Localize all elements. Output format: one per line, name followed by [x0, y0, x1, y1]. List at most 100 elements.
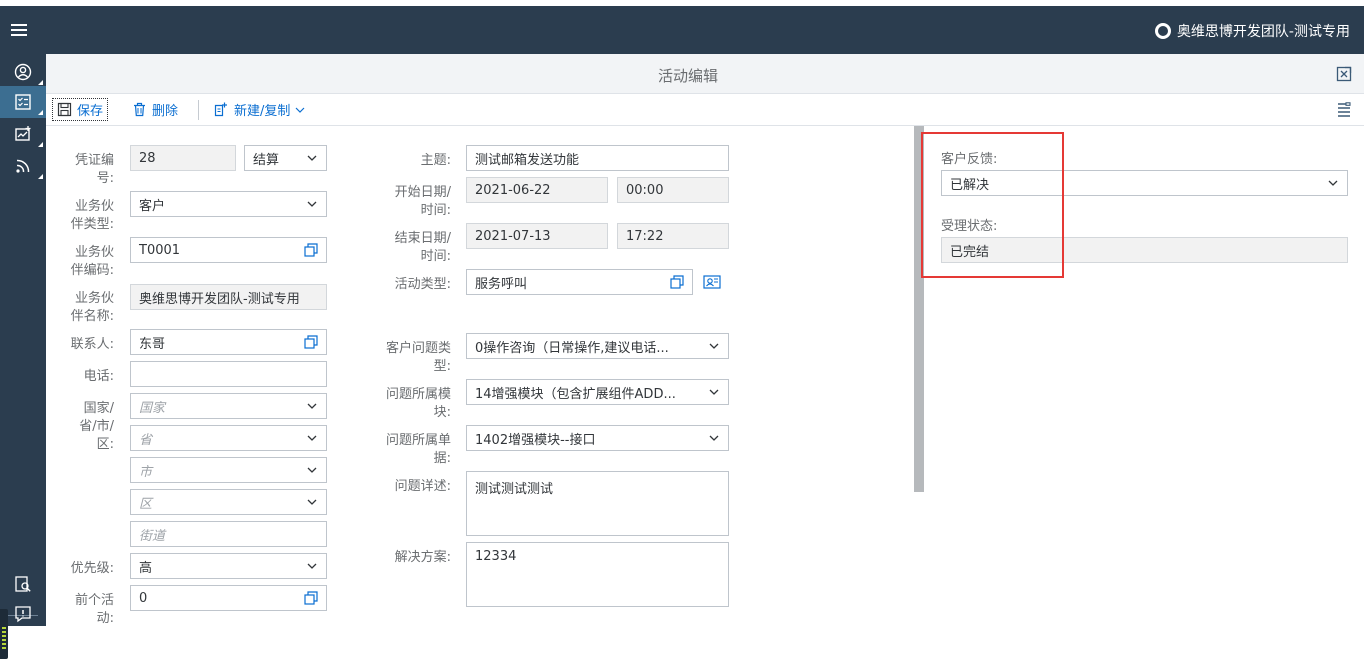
activity-type-value: 服务呼叫	[475, 276, 528, 292]
start-time-field[interactable]: 00:00	[617, 177, 729, 203]
rss-icon	[16, 159, 30, 173]
save-button[interactable]: 保存	[52, 98, 109, 121]
bp-type-label: 业务伙 伴类型:	[70, 199, 114, 232]
voucher-no-label: 凭证编 号:	[74, 153, 114, 186]
chevron-down-icon	[307, 499, 317, 505]
bp-name-value: 奥维思博开发团队-测试专用	[139, 291, 300, 307]
chevron-down-icon	[307, 403, 317, 409]
solution-textarea[interactable]: 12334	[466, 542, 729, 607]
shell-bar: 奥维思博开发团队-测试专用	[0, 6, 1364, 54]
start-date-field[interactable]: 2021-06-22	[466, 177, 608, 203]
delete-button[interactable]: 删除	[128, 98, 182, 121]
toolbar: 保存 删除 新建/复制	[46, 94, 1364, 126]
phone-input[interactable]	[130, 361, 327, 387]
prev-activity-field[interactable]: 0	[130, 585, 327, 611]
settings-list-icon[interactable]	[1336, 102, 1352, 118]
bp-type-select[interactable]: 客户	[130, 191, 327, 217]
rail-activity-icon[interactable]	[0, 86, 46, 118]
chevron-down-icon	[709, 389, 719, 395]
region-label: 国家/ 省/市/ 区:	[79, 401, 114, 452]
chevron-down-icon	[307, 155, 317, 161]
city-placeholder: 市	[139, 464, 153, 480]
end-date-field[interactable]: 2021-07-13	[466, 223, 608, 249]
feedback-select[interactable]: 已解决	[941, 170, 1348, 196]
bp-code-label: 业务伙 伴编码:	[70, 245, 114, 278]
issue-doc-select[interactable]: 1402增强模块--接口	[466, 425, 729, 451]
rail-feedback-icon[interactable]	[0, 598, 46, 630]
new-document-icon	[214, 102, 227, 117]
status-value: 已完结	[950, 244, 990, 260]
country-select[interactable]: 国家	[130, 393, 327, 419]
end-time-value: 17:22	[626, 228, 664, 244]
company-logo-icon	[1154, 23, 1171, 39]
menu-icon[interactable]	[11, 24, 27, 36]
value-help-icon[interactable]	[304, 335, 318, 349]
issue-detail-value: 测试测试测试	[475, 482, 554, 497]
end-date-value: 2021-07-13	[475, 228, 551, 244]
priority-value: 高	[139, 560, 153, 576]
bp-name-field[interactable]: 奥维思博开发团队-测试专用	[130, 284, 327, 310]
contact-value: 东哥	[139, 336, 166, 352]
province-select[interactable]: 省	[130, 425, 327, 451]
contact-card-icon[interactable]	[703, 274, 721, 290]
rail-search-doc-icon[interactable]	[0, 568, 46, 600]
country-placeholder: 国家	[139, 400, 166, 416]
left-rail	[0, 54, 46, 659]
company-info[interactable]: 奥维思博开发团队-测试专用	[1154, 21, 1350, 41]
subject-input[interactable]: 测试邮箱发送功能	[466, 145, 729, 171]
district-placeholder: 区	[139, 496, 153, 512]
value-help-icon[interactable]	[304, 243, 318, 257]
company-name: 奥维思博开发团队-测试专用	[1176, 24, 1350, 40]
priority-select[interactable]: 高	[130, 553, 327, 579]
priority-label: 优先级:	[70, 561, 114, 576]
chevron-down-icon	[709, 435, 719, 441]
delete-label: 删除	[152, 104, 179, 119]
chevron-down-icon	[709, 343, 719, 349]
chevron-down-icon	[307, 563, 317, 569]
issue-type-select[interactable]: 0操作咨询（日常操作,建议电话...	[466, 333, 729, 359]
bp-code-value: T0001	[139, 242, 181, 258]
feedback-icon	[15, 606, 31, 623]
bp-code-field[interactable]: T0001	[130, 237, 327, 263]
save-label: 保存	[77, 104, 104, 119]
issue-module-label: 问题所属模 块:	[385, 387, 451, 420]
solution-label: 解决方案:	[394, 550, 451, 565]
voucher-status-select[interactable]: 结算	[244, 145, 327, 171]
bp-name-label: 业务伙 伴名称:	[70, 291, 114, 324]
city-select[interactable]: 市	[130, 457, 327, 483]
value-help-icon[interactable]	[304, 591, 318, 605]
chevron-down-icon	[295, 107, 305, 113]
new-copy-button[interactable]: 新建/复制	[210, 98, 309, 121]
chevron-down-icon	[307, 435, 317, 441]
save-icon	[57, 102, 72, 117]
rail-feed-icon[interactable]	[0, 150, 46, 182]
voucher-no-field[interactable]: 28	[130, 145, 236, 171]
subject-label: 主题:	[420, 153, 451, 168]
contact-label: 联系人:	[70, 337, 114, 352]
issue-type-label: 客户问题类 型:	[385, 341, 451, 374]
end-time-field[interactable]: 17:22	[617, 223, 729, 249]
rail-analytics-icon[interactable]	[0, 118, 46, 150]
feedback-label: 客户反馈:	[941, 152, 998, 167]
status-field[interactable]: 已完结	[941, 237, 1348, 263]
value-help-icon[interactable]	[670, 275, 684, 289]
new-copy-label: 新建/复制	[234, 104, 291, 119]
user-icon	[14, 63, 32, 81]
district-select[interactable]: 区	[130, 489, 327, 515]
activity-type-field[interactable]: 服务呼叫	[466, 269, 693, 295]
contact-field[interactable]: 东哥	[130, 329, 327, 355]
trash-icon	[134, 102, 145, 117]
phone-label: 电话:	[83, 369, 114, 384]
street-input[interactable]: 街道	[130, 521, 327, 547]
page-header: 活动编辑	[46, 54, 1364, 94]
prev-activity-label: 前个活 动:	[74, 593, 114, 626]
chevron-down-icon	[307, 201, 317, 207]
issue-module-select[interactable]: 14增强模块（包含扩展组件ADD...	[466, 379, 729, 405]
vertical-scrollbar-thumb[interactable]	[914, 126, 924, 492]
chevron-down-icon	[1328, 180, 1338, 186]
exit-fullscreen-icon[interactable]	[1336, 66, 1352, 82]
issue-detail-textarea[interactable]: 测试测试测试	[466, 471, 729, 536]
rail-user-icon[interactable]	[0, 56, 46, 88]
end-datetime-label: 结束日期/ 时间:	[394, 231, 451, 264]
right-panel	[925, 126, 1364, 626]
